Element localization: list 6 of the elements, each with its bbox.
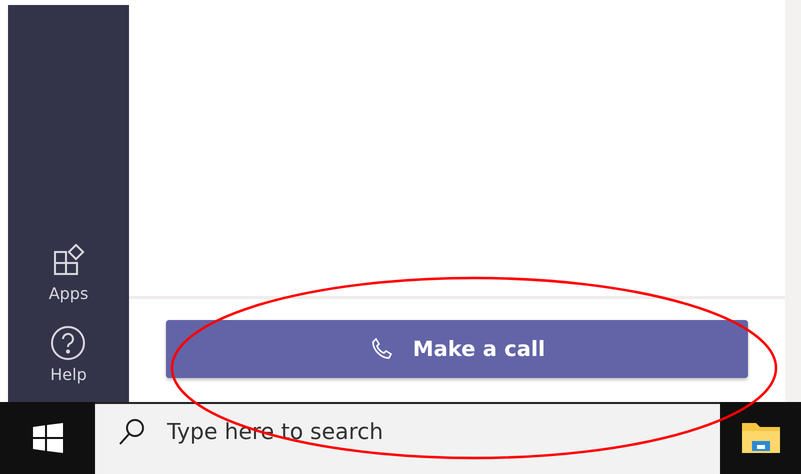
windows-logo-icon[interactable] (32, 423, 62, 453)
sidebar-item[interactable]: Help (50, 325, 87, 384)
sidebar-item[interactable]: Apps (48, 244, 88, 303)
help-icon (50, 325, 86, 361)
search-icon (117, 417, 147, 447)
make-call-button[interactable]: Make a call (166, 320, 748, 378)
